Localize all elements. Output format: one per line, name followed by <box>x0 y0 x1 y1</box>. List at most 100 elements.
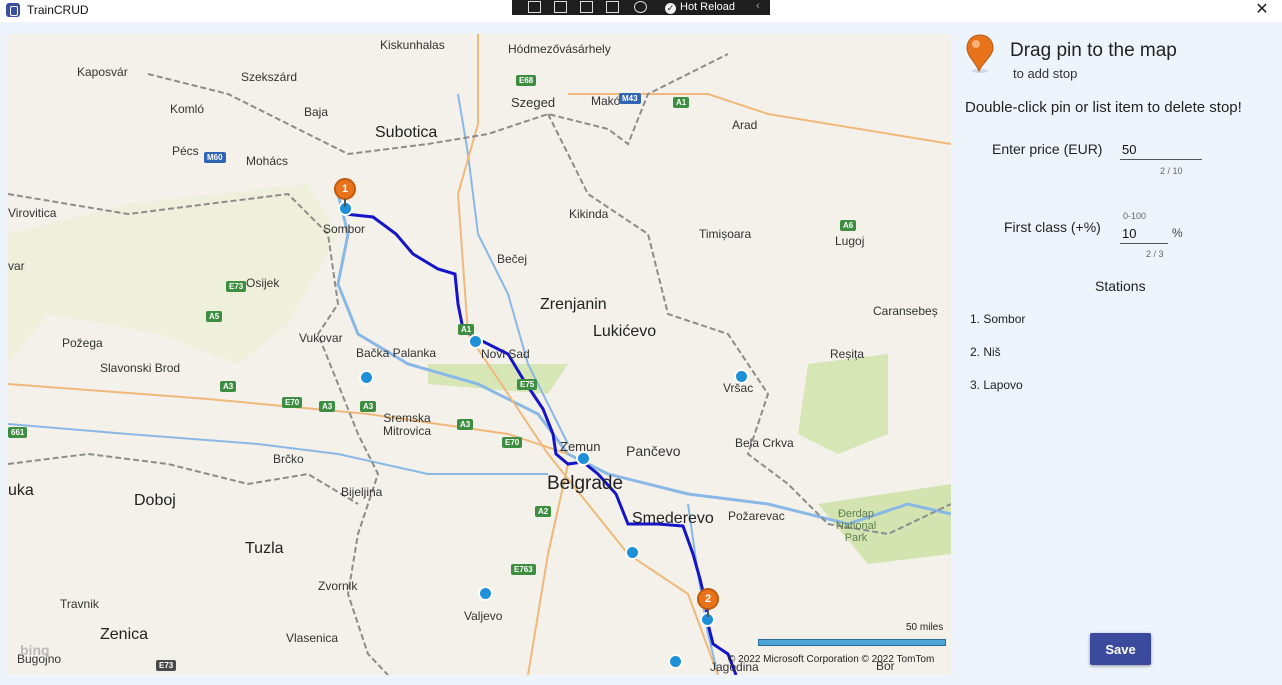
draggable-pin-icon[interactable] <box>964 33 996 73</box>
delete-hint: Double-click pin or list item to delete … <box>965 99 1242 116</box>
bing-logo: bing <box>20 642 50 658</box>
stations-header: Stations <box>1095 278 1146 294</box>
price-label: Enter price (EUR) <box>992 141 1103 157</box>
city-label: Kikinda <box>569 207 609 221</box>
map-copyright: © 2022 Microsoft Corporation © 2022 TomT… <box>728 654 935 665</box>
city-label: Pančevo <box>626 443 681 459</box>
city-label: Virovitica <box>8 206 57 220</box>
train-station-icon[interactable] <box>668 654 683 669</box>
hot-reload-label: Hot Reload <box>680 1 736 13</box>
city-label: Kaposvár <box>77 65 128 79</box>
city-label: Zvornik <box>318 579 358 593</box>
stop-pin[interactable]: 1 <box>334 178 356 207</box>
city-label: Mohács <box>246 154 289 168</box>
city-label: Bijeljina <box>341 485 383 499</box>
city-label: Arad <box>732 118 758 132</box>
close-button[interactable]: ✕ <box>1242 0 1282 22</box>
city-label: Caransebeș <box>873 304 938 318</box>
inspect-icon[interactable] <box>528 1 541 13</box>
city-label: Požarevac <box>728 509 785 523</box>
city-label: Kiskunhalas <box>380 38 445 52</box>
save-button[interactable]: Save <box>1090 633 1151 665</box>
select-element-icon[interactable] <box>554 1 567 13</box>
city-label: Szeged <box>511 95 556 110</box>
road-shield: A1 <box>458 324 475 335</box>
city-label: Zenica <box>100 626 149 643</box>
app-title: TrainCRUD <box>27 3 89 17</box>
map-background <box>8 34 951 675</box>
stop-pin[interactable]: 2 <box>697 588 719 617</box>
city-label: Timișoara <box>699 227 752 241</box>
train-station-icon[interactable] <box>625 545 640 560</box>
accessibility-icon[interactable] <box>634 1 647 13</box>
city-label: Brčko <box>273 452 304 466</box>
app-icon <box>6 3 20 17</box>
route-map[interactable]: Kiskunhalas Hódmezővásárhely Kaposvár Sz… <box>8 34 951 675</box>
road-shield: E68 <box>516 75 537 86</box>
station-list-item[interactable]: 2. Niš <box>970 345 1001 359</box>
road-shield: A5 <box>206 311 223 322</box>
train-station-icon[interactable] <box>478 586 493 601</box>
city-label: Lugoj <box>835 234 865 248</box>
first-class-counter: 2 / 3 <box>1146 249 1164 259</box>
check-icon: ✓ <box>665 3 676 14</box>
debug-toolbar: ✓ Hot Reload ‹ <box>512 0 770 15</box>
percent-suffix: % <box>1172 226 1183 240</box>
track-focus-icon[interactable] <box>606 1 619 13</box>
city-label: Baja <box>304 105 329 119</box>
road-shield: M60 <box>204 152 226 163</box>
city-label: Sremska Mitrovica <box>382 411 431 438</box>
scale-label: 50 miles <box>906 622 944 633</box>
station-list-item[interactable]: 1. Sombor <box>970 312 1025 326</box>
hot-reload-button[interactable]: ✓ Hot Reload <box>665 0 735 14</box>
road-shield: M43 <box>619 93 641 104</box>
city-label: Požega <box>62 336 103 350</box>
first-class-range-hint: 0-100 <box>1123 211 1147 221</box>
park-label: Đerdap National Park <box>835 508 877 544</box>
road-shield: A3 <box>457 419 474 430</box>
road-shield: E70 <box>502 437 523 448</box>
city-label: Bečej <box>497 252 528 266</box>
road-shield: A3 <box>319 401 336 412</box>
first-class-label: First class (+%) <box>1004 219 1101 235</box>
city-label: Smederevo <box>632 510 714 527</box>
train-station-icon[interactable] <box>734 369 749 384</box>
scale-bar <box>758 639 946 646</box>
city-label: Zrenjanin <box>540 296 607 313</box>
station-list-item[interactable]: 3. Lapovo <box>970 378 1023 392</box>
city-label: Bela Crkva <box>735 436 794 450</box>
city-label: Hódmezővásárhely <box>508 42 611 56</box>
city-label: Szekszárd <box>241 70 298 84</box>
road-shield: A3 <box>360 401 377 412</box>
road-shield: E75 <box>517 379 538 390</box>
drag-pin-title: Drag pin to the map <box>1010 40 1177 61</box>
city-label: Subotica <box>375 124 438 141</box>
road-shield: E763 <box>511 564 536 575</box>
road-shield: E73 <box>226 281 247 292</box>
road-shield: E73 <box>156 660 177 671</box>
city-label: Pécs <box>172 144 199 158</box>
city-label: uka <box>8 482 34 499</box>
road-shield: 661 <box>8 427 28 438</box>
drag-pin-subtitle: to add stop <box>1013 66 1078 81</box>
train-station-icon[interactable] <box>468 334 483 349</box>
road-shield: A3 <box>220 381 237 392</box>
train-station-icon[interactable] <box>359 370 374 385</box>
city-label: Vukovar <box>299 331 343 345</box>
layout-adorner-icon[interactable] <box>580 1 593 13</box>
collapse-chevron-icon[interactable]: ‹ <box>756 0 760 12</box>
city-label: Belgrade <box>547 473 624 494</box>
road-shield: A2 <box>535 506 552 517</box>
city-label: Valjevo <box>464 609 503 623</box>
city-label: Komló <box>170 102 205 116</box>
city-label: Reșița <box>830 347 865 361</box>
city-label: Novi Sad <box>481 347 530 361</box>
train-station-icon[interactable] <box>576 451 591 466</box>
first-class-input[interactable] <box>1120 224 1168 244</box>
city-label: Vlasenica <box>286 631 339 645</box>
city-label: Travnik <box>60 597 99 611</box>
price-input[interactable] <box>1120 140 1202 160</box>
road-shield: A1 <box>673 97 690 108</box>
city-label: var <box>8 259 25 273</box>
map-drawing <box>8 34 951 675</box>
